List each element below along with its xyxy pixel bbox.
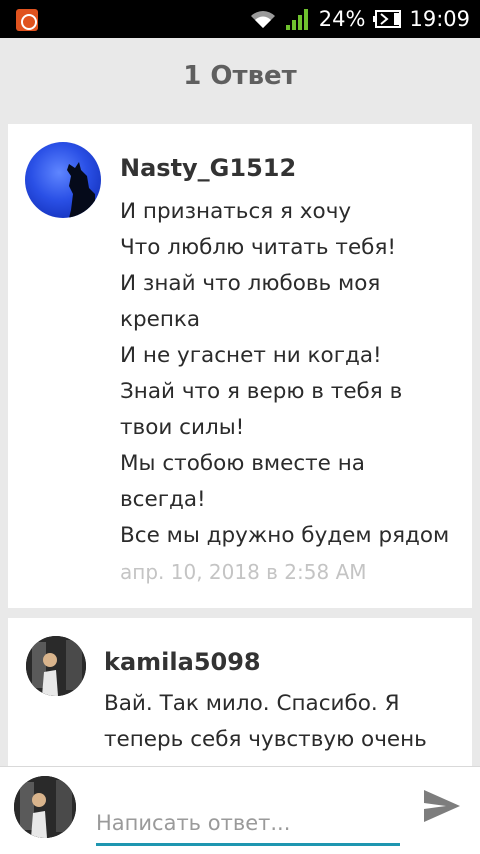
comment-line: Знай что я верю в тебя в xyxy=(120,379,403,404)
app-notification-icon xyxy=(16,9,38,31)
reply-input[interactable] xyxy=(96,806,400,846)
comment-timestamp: апр. 10, 2018 в 2:58 AM xyxy=(120,560,367,584)
comment-line: И знай что любовь моя xyxy=(120,271,381,296)
comment-line: И не угаснет ни когда! xyxy=(120,343,382,368)
battery-percent: 24% xyxy=(318,7,366,31)
wolf-moon-avatar[interactable] xyxy=(25,142,101,218)
comment-text: Вай. Так мило. Спасибо. Я теперь себя чу… xyxy=(104,686,464,758)
current-user-avatar xyxy=(14,776,76,838)
comment-line: Вай. Так мило. Спасибо. Я xyxy=(104,691,400,716)
comment-line: Мы стобою вместе на xyxy=(120,451,365,476)
girl-photo-avatar[interactable] xyxy=(26,636,86,696)
battery-icon xyxy=(373,10,402,28)
comment-line: всегда! xyxy=(120,487,206,512)
send-button[interactable] xyxy=(420,786,464,830)
comment-username[interactable]: kamila5098 xyxy=(104,648,261,676)
comment-line: твои силы! xyxy=(120,415,245,440)
page-header: 1 Ответ xyxy=(0,38,480,114)
comment-username[interactable]: Nasty_G1512 xyxy=(120,154,296,182)
wifi-icon xyxy=(249,8,277,30)
comment-card[interactable]: Nasty_G1512 И признаться я хочу Что любл… xyxy=(8,124,472,608)
clock: 19:09 xyxy=(409,7,470,31)
comment-line: теперь себя чувствую очень xyxy=(104,727,427,752)
comment-card[interactable]: kamila5098 Вай. Так мило. Спасибо. Я теп… xyxy=(8,618,472,766)
comment-line: Все мы дружно будем рядом xyxy=(120,523,450,548)
page-title: 1 Ответ xyxy=(183,61,297,91)
comment-line: И признаться я хочу xyxy=(120,199,352,224)
comment-line: Что люблю читать тебя! xyxy=(120,235,396,260)
signal-icon xyxy=(285,7,311,31)
comment-text: И признаться я хочу Что люблю читать теб… xyxy=(120,194,465,554)
comment-line: крепка xyxy=(120,307,201,332)
status-bar: 24% 19:09 xyxy=(0,0,480,38)
send-icon xyxy=(422,788,462,829)
